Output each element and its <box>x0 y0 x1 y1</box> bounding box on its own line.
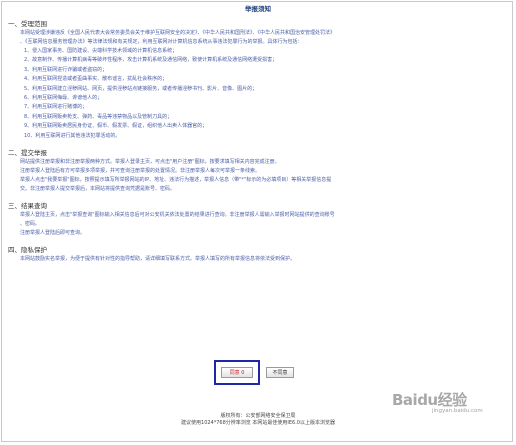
section-heading-submit: 二、提交举报 <box>8 149 47 158</box>
action-buttons: 同意 0 不同意 <box>0 360 516 390</box>
list-item: 7、利用互联网进行赌博的； <box>24 104 88 111</box>
list-item: 4、利用互联网捏造或者歪曲事实、散布谣言，扰乱社会秩序的； <box>24 76 168 83</box>
section-privacy-line: 本网站鼓励实名举报，为便于提供有针对性的指导帮助，请详细填写联系方式。举报人填写… <box>20 256 296 263</box>
section-heading-query: 三、结果查询 <box>8 202 47 211</box>
section-scope-intro-line: 本网站受理涉嫌违反《全国人民代表大会常务委员会关于维护互联网安全的决定》、《中华… <box>20 30 336 36</box>
list-item: 6、利用互联网侮辱、诽谤他人的； <box>24 95 103 102</box>
footer-copyright: 版权所有：公安部网络安全保卫局 <box>220 413 296 419</box>
list-item: 9、利用互联网贩卖居民身份证、假币、假发票、假证，组织他人出卖人体器官的； <box>24 123 208 130</box>
section-scope-intro-line: 、《互联网信息服务管理办法》等法律法规和有关规定，利用互联网对计算机信息系统从事… <box>20 39 303 45</box>
agree-button[interactable]: 同意 0 <box>221 367 253 378</box>
page-title: 举报须知 <box>245 5 271 13</box>
notice-content: 一、受理范围 本网站受理涉嫌违反《全国人民代表大会常务委员会关于维护互联网安全的… <box>8 16 508 264</box>
list-item: 5、利用互联网建立淫秽网站、网页，提供淫秽站点链接服务，或者传播淫秽书刊、影片、… <box>24 85 258 92</box>
list-item: 10、利用互联网进行其他违法犯罪活动的。 <box>24 132 121 139</box>
list-item: 2、故意制作、传播计算机病毒等破坏性程序，攻击计算机系统及通信网络，致使计算机系… <box>24 57 278 64</box>
section-query-line: 、密码。 <box>20 221 41 228</box>
page-footer: 版权所有：公安部网络安全保卫局 建议使用1024*768分辨率浏览 本网站最佳使… <box>0 413 516 427</box>
list-item: 1、侵入国家事务、国防建设、尖端科学技术领域的计算机信息系统； <box>24 48 178 54</box>
section-query-line: 注册举报人登陆后即可查询。 <box>20 230 86 237</box>
list-item: 3、利用互联网进行诈骗或者盗窃的； <box>24 66 108 73</box>
footer-browser-note: 建议使用1024*768分辨率浏览 本网站最佳使用IE6.0以上版本浏览器 <box>181 420 335 426</box>
list-item: 8、利用互联网贩卖枪支、弹药、毒品等违禁物品以及管制刀具的； <box>24 113 173 120</box>
watermark-logo: Baidu经验 <box>392 391 467 409</box>
section-submit-line: 网站提供注册举报和非注册举报两种方式。举报人登录主页，可点击"用户注册"图标，按… <box>20 159 280 166</box>
section-heading-scope: 一、受理范围 <box>8 20 47 28</box>
section-submit-line: 举报人点击"我要举报"图标，按照提示填写所举报网站的IP、地址、违法行为描述，举… <box>20 177 332 184</box>
disagree-button[interactable]: 不同意 <box>266 367 294 378</box>
section-heading-privacy: 四、隐私保护 <box>8 246 47 255</box>
section-query-line: 举报人登陆主页，点击"举报查询"图标输入相关信息后可对公安机关依法处置的结果进行… <box>20 212 335 219</box>
section-submit-line: 交。非注册举报人提交举报后，本网站将提供查询凭据是账号、密码。 <box>20 186 176 193</box>
section-submit-line: 注册举报人登陆后有方可举报多项举报，并可查询注册举报的处置情况。非注册举报人每次… <box>20 168 261 175</box>
